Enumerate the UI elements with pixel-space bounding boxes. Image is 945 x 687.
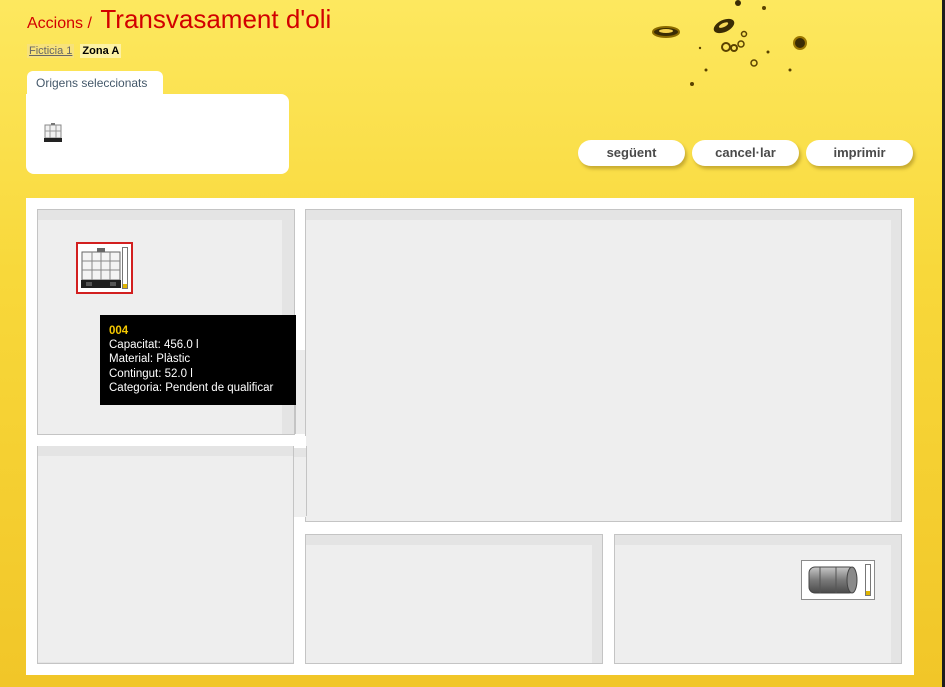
wall-door-top-left [295, 350, 305, 434]
tooltip-category: Categoria: Pendent de qualificar [109, 381, 274, 394]
breadcrumb-parent-link[interactable]: Accions [27, 15, 83, 32]
origins-tab: Origens seleccionats [27, 71, 163, 96]
cancel-button[interactable]: cancel·lar [692, 140, 799, 166]
fill-level-bar [866, 591, 870, 595]
origins-panel [26, 94, 289, 174]
page-title: Transvasament d'oli [100, 4, 332, 34]
door-opening-right [904, 287, 914, 440]
wall-corridor-1 [294, 522, 562, 532]
room-lower-left [37, 446, 294, 664]
ibc-container-icon [81, 248, 121, 288]
tooltip-content: Contingut: 52.0 l [109, 367, 193, 380]
tank-drum[interactable] [801, 560, 875, 600]
tab-ficticia-1[interactable]: Ficticia 1 [27, 44, 75, 58]
ibc-container-icon[interactable] [42, 122, 64, 144]
fill-level-bar [123, 283, 127, 288]
room-main [305, 209, 902, 522]
tooltip-material: Material: Plàstic [109, 353, 191, 366]
breadcrumb: Accions / Transvasament d'oli [27, 4, 331, 35]
next-button[interactable]: següent [578, 140, 685, 166]
tank-004[interactable] [76, 242, 133, 294]
wall-gap [294, 436, 306, 448]
breadcrumb-separator: / [87, 15, 92, 32]
fill-level-gauge [122, 247, 128, 289]
tank-tooltip: 004 Capacitat: 456.0 l Material: Plàstic… [100, 315, 296, 405]
fill-level-gauge [865, 564, 871, 596]
oil-bubbles-decoration [652, 0, 807, 86]
wall-corridor-2 [654, 522, 904, 532]
metal-drum-icon [808, 566, 858, 594]
tooltip-capacity: Capacitat: 456.0 l [109, 339, 199, 352]
tab-zona-a[interactable]: Zona A [80, 44, 122, 58]
tooltip-tank-id: 004 [109, 325, 129, 337]
room-bottom-middle [305, 534, 603, 664]
print-button[interactable]: imprimir [806, 140, 913, 166]
location-tabs: Ficticia 1 Zona A [27, 44, 122, 58]
floor-plan: 004 Capacitat: 456.0 l Material: Plàstic… [26, 198, 914, 675]
